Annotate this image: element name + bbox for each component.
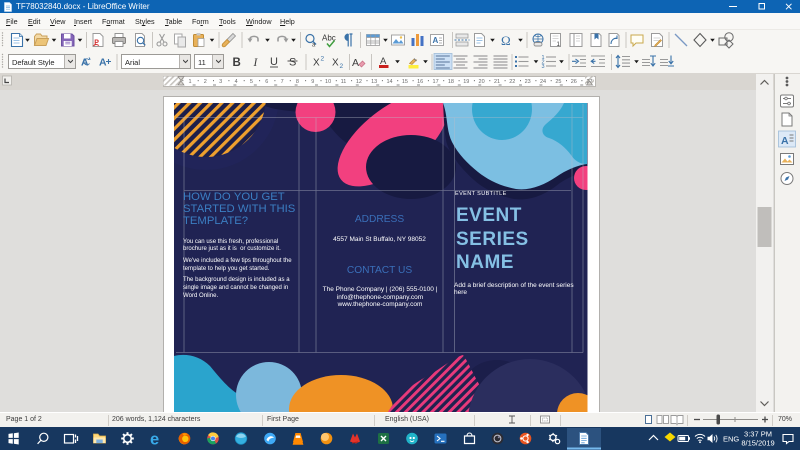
svg-text:Ω: Ω xyxy=(501,33,511,48)
svg-text:1: 1 xyxy=(188,79,191,85)
svg-text:A: A xyxy=(99,57,107,69)
svg-text:3: 3 xyxy=(542,64,545,70)
svg-text:A: A xyxy=(352,57,359,69)
svg-text:2: 2 xyxy=(204,79,207,85)
svg-text:e: e xyxy=(150,430,159,448)
svg-text:A: A xyxy=(81,57,89,69)
svg-text:3: 3 xyxy=(219,79,222,85)
svg-text:8/15/2019: 8/15/2019 xyxy=(741,439,774,448)
svg-text:13: 13 xyxy=(371,79,377,85)
svg-text:A: A xyxy=(433,36,439,45)
svg-text:14: 14 xyxy=(386,79,392,85)
svg-text:22: 22 xyxy=(509,79,515,85)
svg-text:19: 19 xyxy=(463,79,469,85)
svg-text:3:37 PM: 3:37 PM xyxy=(744,430,772,439)
svg-text:X: X xyxy=(332,58,339,69)
svg-text:23: 23 xyxy=(525,79,531,85)
svg-text:7: 7 xyxy=(281,79,284,85)
svg-text:15: 15 xyxy=(402,79,408,85)
svg-text:18: 18 xyxy=(448,79,454,85)
svg-text:16: 16 xyxy=(417,79,423,85)
svg-text:2: 2 xyxy=(340,63,344,70)
svg-text:12: 12 xyxy=(356,79,362,85)
svg-text:2: 2 xyxy=(321,56,325,63)
svg-text:10: 10 xyxy=(325,79,331,85)
svg-text:9: 9 xyxy=(311,79,314,85)
svg-text:B: B xyxy=(233,57,241,69)
svg-text:24: 24 xyxy=(540,79,546,85)
svg-text:ENG: ENG xyxy=(723,435,739,444)
svg-text:25: 25 xyxy=(555,79,561,85)
svg-text:4: 4 xyxy=(235,79,238,85)
svg-text:8: 8 xyxy=(296,79,299,85)
svg-text:11: 11 xyxy=(341,79,347,85)
svg-text:26: 26 xyxy=(571,79,577,85)
svg-text:U: U xyxy=(270,56,278,68)
svg-text:5: 5 xyxy=(250,79,253,85)
svg-text:S: S xyxy=(289,57,296,69)
svg-text:21: 21 xyxy=(494,79,500,85)
svg-text:I: I xyxy=(253,57,259,69)
svg-text:17: 17 xyxy=(433,79,439,85)
svg-text:6: 6 xyxy=(265,79,268,85)
svg-text:X: X xyxy=(313,58,320,69)
svg-text:A: A xyxy=(781,135,789,147)
svg-text:20: 20 xyxy=(479,79,485,85)
